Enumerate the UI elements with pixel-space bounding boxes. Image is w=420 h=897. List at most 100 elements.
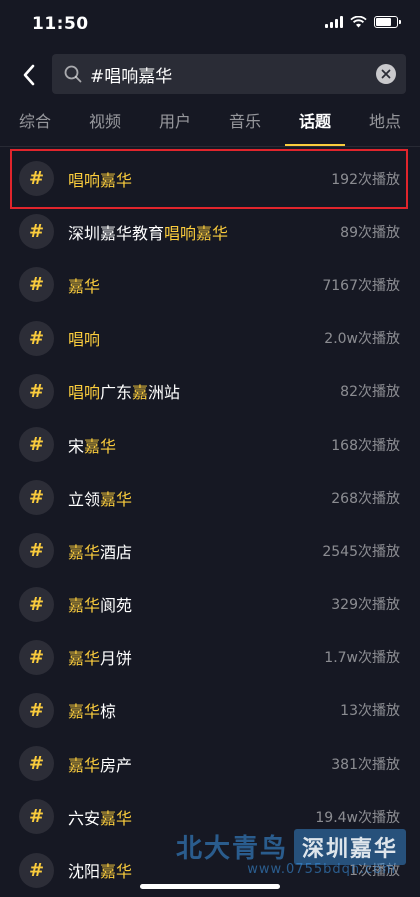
tab-3[interactable]: 音乐 xyxy=(210,100,280,146)
hashtag-icon: # xyxy=(19,852,54,888)
play-count: 89次播放 xyxy=(340,224,400,241)
battery-icon xyxy=(374,16,401,28)
search-icon xyxy=(64,64,84,84)
topic-name-match: 嘉 xyxy=(132,383,149,403)
tab-1[interactable]: 视频 xyxy=(70,100,140,146)
watermark-tag: 深圳嘉华 xyxy=(293,828,406,865)
topic-name-match: 唱响嘉华 xyxy=(164,223,229,243)
topic-name: 沈阳嘉华 xyxy=(68,858,132,882)
status-time: 11:50 xyxy=(32,14,89,34)
status-icons xyxy=(325,16,401,28)
topic-name-part: 洲站 xyxy=(148,383,181,403)
topic-name-match: 嘉华 xyxy=(68,276,101,296)
topic-name-part: 酒店 xyxy=(100,542,133,562)
tab-2[interactable]: 用户 xyxy=(140,100,210,146)
play-count: 82次播放 xyxy=(340,384,400,401)
topic-name-match: 唱响嘉华 xyxy=(68,170,133,190)
hashtag-icon: # xyxy=(19,320,54,356)
search-tabs: 综合 视频 用户 音乐 话题 地点 xyxy=(0,100,420,146)
back-button[interactable] xyxy=(14,58,44,92)
topic-name-match: 嘉华 xyxy=(68,755,101,775)
topic-name-part: 椋 xyxy=(100,702,117,722)
play-count: 13次播放 xyxy=(340,703,400,720)
topic-name-part: 广东 xyxy=(100,383,133,403)
cellular-signal-icon xyxy=(325,16,343,28)
battery-level xyxy=(376,18,392,26)
play-count: 2545次播放 xyxy=(322,543,400,560)
topic-name-match: 唱响 xyxy=(68,383,101,403)
topic-name-match: 嘉华 xyxy=(68,702,101,722)
watermark: 北大青鸟 深圳嘉华 xyxy=(176,828,406,865)
topic-name-part: 阆苑 xyxy=(100,596,133,616)
topic-name-match: 唱响 xyxy=(68,330,101,350)
wifi-icon xyxy=(350,16,367,28)
play-count: 1.7w次播放 xyxy=(324,650,400,667)
hashtag-icon: # xyxy=(19,373,54,409)
topic-name-match: 嘉华 xyxy=(84,436,117,456)
topic-name: 立领嘉华 xyxy=(68,486,132,510)
watermark-url: www.0755bdqn.com xyxy=(247,862,396,877)
play-count: 329次播放 xyxy=(331,597,400,614)
search-input[interactable]: #唱响嘉华 xyxy=(52,54,406,94)
topic-name-part: 六安 xyxy=(68,808,101,828)
home-indicator xyxy=(140,884,280,889)
hashtag-icon: # xyxy=(19,692,54,728)
search-query[interactable]: #唱响嘉华 xyxy=(90,62,376,87)
topic-list: # 唱响嘉华 192次播放 # 深圳嘉华教育唱响嘉华 89次播放 # 嘉华 7167次播放 # 唱响… xyxy=(0,152,420,897)
topic-name-part: 沈阳 xyxy=(68,862,101,882)
topic-name: 嘉华月饼 xyxy=(68,645,132,669)
topic-row[interactable]: # 宋嘉华 168次播放 xyxy=(0,418,420,471)
topic-name: 嘉华阆苑 xyxy=(68,592,132,616)
topic-name: 嘉华 xyxy=(68,273,100,297)
topic-name-match: 嘉华 xyxy=(100,489,133,509)
hashtag-icon: # xyxy=(19,533,54,569)
topic-name-part: 月饼 xyxy=(100,649,133,669)
play-count: 19.4w次播放 xyxy=(315,809,400,826)
tab-5[interactable]: 地点 xyxy=(350,100,420,146)
topic-name-match: 嘉华 xyxy=(68,596,101,616)
topic-row[interactable]: # 深圳嘉华教育唱响嘉华 89次播放 xyxy=(0,205,420,258)
topic-row[interactable]: # 唱响广东嘉洲站 82次播放 xyxy=(0,365,420,418)
topic-name-match: 嘉华 xyxy=(100,862,133,882)
tab-4[interactable]: 话题 xyxy=(280,100,350,146)
topic-row[interactable]: # 嘉华酒店 2545次播放 xyxy=(0,524,420,577)
hashtag-icon: # xyxy=(19,480,54,516)
topic-name-match: 嘉华 xyxy=(68,542,101,562)
tab-0[interactable]: 综合 xyxy=(0,100,70,146)
topic-name-match: 嘉华 xyxy=(100,808,133,828)
topic-name: 嘉华房产 xyxy=(68,752,132,776)
topic-row[interactable]: # 嘉华椋 13次播放 xyxy=(0,684,420,737)
chevron-left-icon xyxy=(23,64,35,86)
clear-search-button[interactable] xyxy=(376,64,396,84)
topic-row[interactable]: # 唱响 2.0w次播放 xyxy=(0,312,420,365)
topic-name: 唱响 xyxy=(68,326,100,350)
topic-name-match: 嘉华 xyxy=(68,649,101,669)
watermark-brand: 北大青鸟 xyxy=(175,834,288,864)
close-icon xyxy=(381,69,391,79)
hashtag-icon: # xyxy=(19,214,54,250)
topic-name: 嘉华酒店 xyxy=(68,539,132,563)
hashtag-icon: # xyxy=(19,639,54,675)
topic-name: 嘉华椋 xyxy=(68,698,116,722)
topic-row[interactable]: # 嘉华阆苑 329次播放 xyxy=(0,578,420,631)
topic-name-part: 宋 xyxy=(68,436,85,456)
topic-row[interactable]: # 嘉华月饼 1.7w次播放 xyxy=(0,631,420,684)
play-count: 2.0w次播放 xyxy=(324,331,400,348)
topic-name: 深圳嘉华教育唱响嘉华 xyxy=(68,220,228,244)
topic-row[interactable]: # 立领嘉华 268次播放 xyxy=(0,471,420,524)
topic-name: 六安嘉华 xyxy=(68,805,132,829)
hashtag-icon: # xyxy=(19,746,54,782)
topic-row[interactable]: # 嘉华 7167次播放 xyxy=(0,258,420,311)
search-row: #唱响嘉华 xyxy=(0,52,420,98)
play-count: 7167次播放 xyxy=(322,277,400,294)
play-count: 168次播放 xyxy=(331,437,400,454)
hashtag-icon: # xyxy=(19,161,54,197)
topic-row[interactable]: # 嘉华房产 381次播放 xyxy=(0,737,420,790)
hashtag-icon: # xyxy=(19,427,54,463)
hashtag-icon: # xyxy=(19,586,54,622)
hashtag-icon: # xyxy=(19,267,54,303)
topic-name: 唱响广东嘉洲站 xyxy=(68,379,180,403)
topic-name: 唱响嘉华 xyxy=(68,167,132,191)
tabs-divider xyxy=(0,146,420,147)
topic-row[interactable]: # 唱响嘉华 192次播放 xyxy=(0,152,420,205)
